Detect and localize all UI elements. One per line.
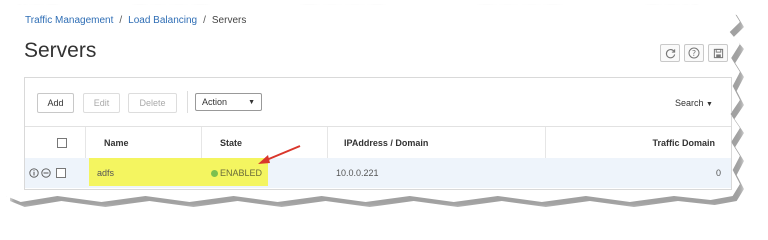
torn-paper-frame: Traffic Management / Load Balancing / Server… (6, 4, 740, 202)
arrow-annotation (258, 145, 301, 164)
